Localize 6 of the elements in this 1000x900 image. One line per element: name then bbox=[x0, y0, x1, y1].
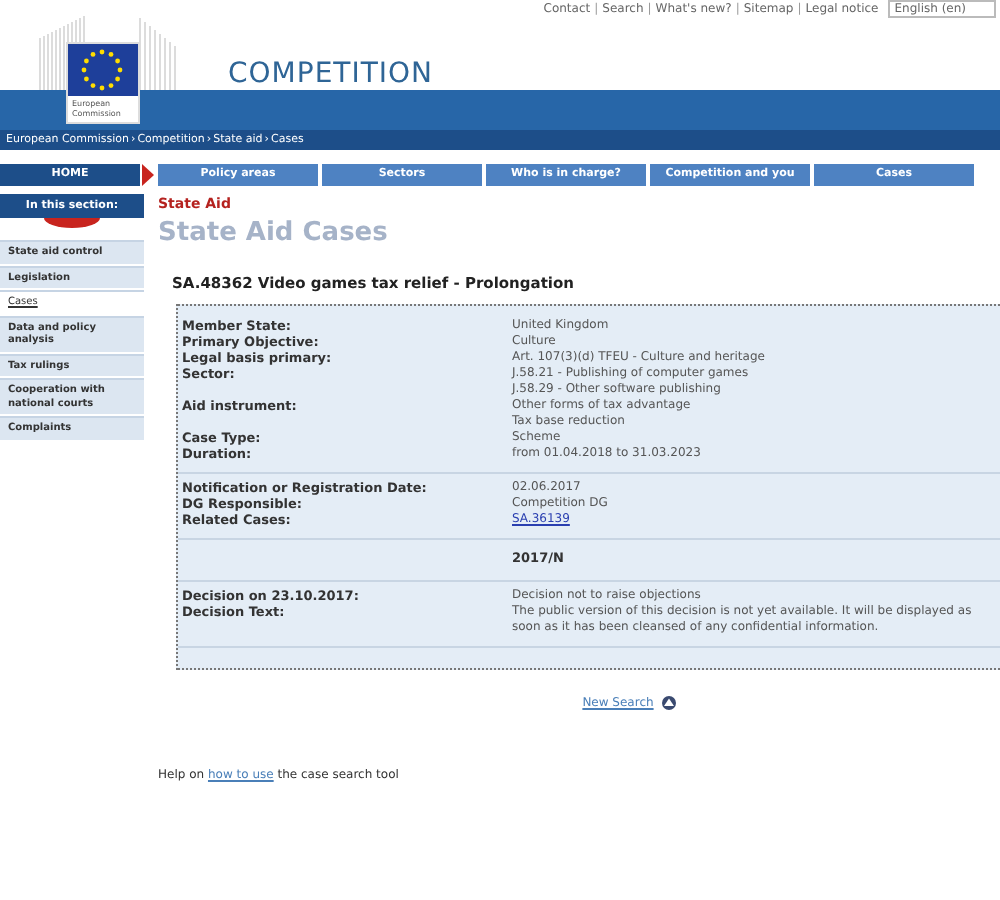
site-title: COMPETITION bbox=[228, 58, 434, 90]
pointer-icon bbox=[142, 163, 154, 185]
up-arrow-icon bbox=[661, 696, 676, 710]
page-title: State Aid Cases bbox=[158, 218, 390, 248]
flag-icon bbox=[68, 44, 138, 96]
pointer-icon bbox=[44, 218, 100, 228]
